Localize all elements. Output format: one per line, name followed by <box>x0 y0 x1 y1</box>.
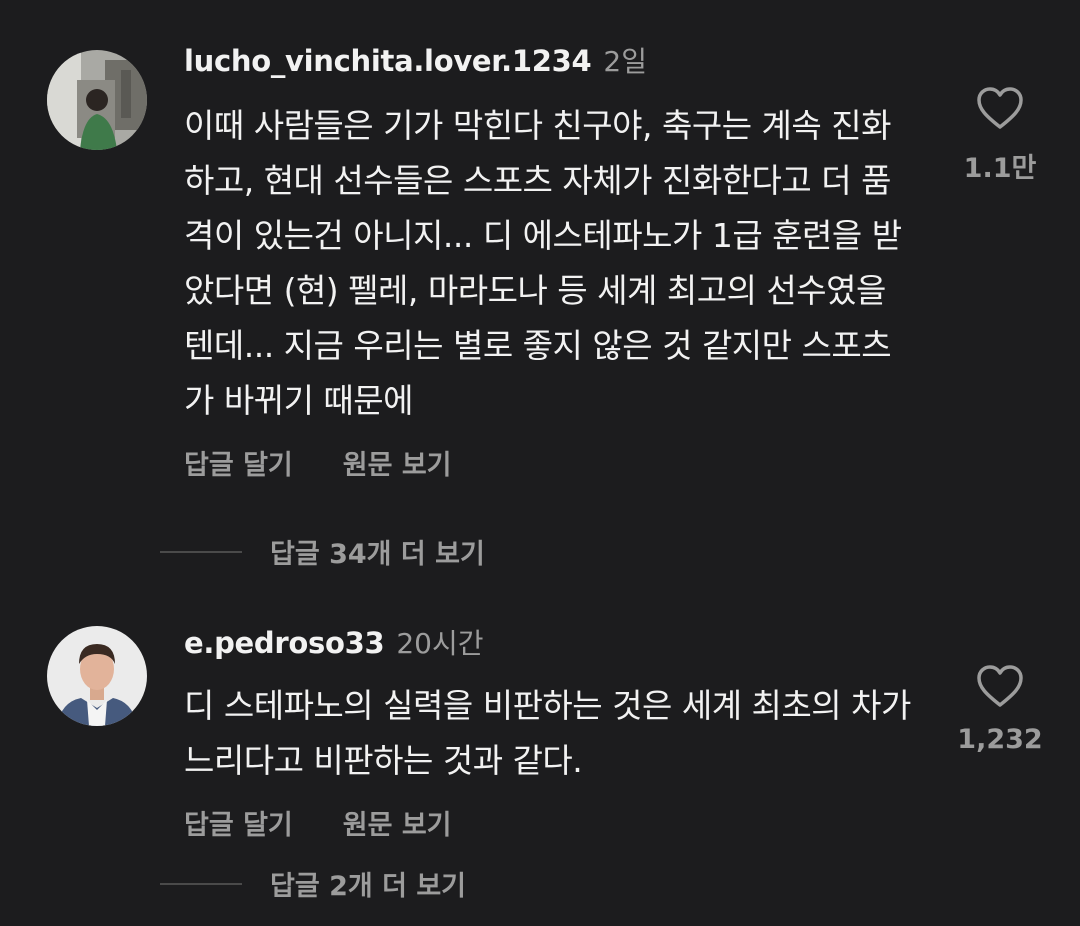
heart-outline-icon[interactable] <box>976 86 1024 130</box>
divider-line <box>160 550 242 553</box>
comment-text: 디 스테파노의 실력을 비판하는 것은 세계 최초의 차가 느리다고 비판하는 … <box>184 686 911 780</box>
reply-button[interactable]: 답글 달기 <box>184 803 293 842</box>
avatar[interactable] <box>47 50 147 150</box>
timestamp: 2일 <box>603 45 647 78</box>
comment-actions: 답글 달기 원문 보기 <box>184 798 910 846</box>
view-replies-label[interactable]: 답글 34개 더 보기 <box>270 532 485 571</box>
comment-meta: e.pedroso33 20시간 <box>184 622 910 672</box>
view-replies-label[interactable]: 답글 2개 더 보기 <box>270 864 466 903</box>
comment-actions: 답글 달기 원문 보기 <box>184 438 910 486</box>
username[interactable]: e.pedroso33 <box>184 626 385 660</box>
like-button[interactable]: 1.1만 <box>940 86 1060 185</box>
timestamp: 20시간 <box>396 627 484 660</box>
see-original-button[interactable]: 원문 보기 <box>343 443 452 482</box>
like-count: 1,232 <box>957 724 1043 755</box>
comment-body: lucho_vinchita.lover.1234 2일 이때 사람들은 기가 … <box>184 40 910 486</box>
heart-outline-icon[interactable] <box>976 664 1024 708</box>
reply-button[interactable]: 답글 달기 <box>184 443 293 482</box>
see-original-button[interactable]: 원문 보기 <box>343 803 452 842</box>
view-replies-button[interactable]: 답글 2개 더 보기 <box>160 864 466 903</box>
comment-meta: lucho_vinchita.lover.1234 2일 <box>184 40 910 90</box>
comment-text: 이때 사람들은 기가 막힌다 친구야, 축구는 계속 진화하고, 현대 선수들은… <box>184 106 902 420</box>
username[interactable]: lucho_vinchita.lover.1234 <box>184 44 592 78</box>
comments-list: lucho_vinchita.lover.1234 2일 이때 사람들은 기가 … <box>0 0 1080 926</box>
divider-line <box>160 882 242 885</box>
view-replies-button[interactable]: 답글 34개 더 보기 <box>160 532 485 571</box>
like-count: 1.1만 <box>963 153 1037 184</box>
like-button[interactable]: 1,232 <box>940 664 1060 755</box>
comment-body: e.pedroso33 20시간 디 스테파노의 실력을 비판하는 것은 세계 … <box>184 622 911 846</box>
avatar[interactable] <box>47 626 147 726</box>
